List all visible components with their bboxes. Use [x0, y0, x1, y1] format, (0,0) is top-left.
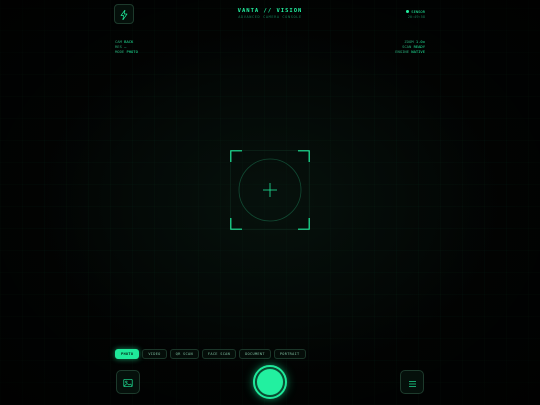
app-subtitle: ADVANCED CAMERA CONSOLE	[238, 15, 302, 19]
menu-icon	[408, 373, 417, 392]
mode-chip-photo[interactable]: PHOTO	[115, 349, 140, 359]
gallery-button[interactable]	[116, 370, 140, 394]
app-title: VANTA // VISION	[237, 8, 303, 14]
hud-right-readout: ZOOM 1.0x SCAN READY ENGINE NATIVE	[395, 39, 425, 54]
mode-chip-qr-scan[interactable]: QR SCAN	[169, 349, 199, 359]
shutter-button[interactable]	[253, 365, 287, 399]
clock-readout: 20:49:58	[407, 15, 425, 19]
mode-chip-video[interactable]: VIDEO	[142, 349, 167, 359]
mode-chip-face-scan[interactable]: FACE SCAN	[201, 349, 237, 359]
hud-row: ENGINE NATIVE	[395, 49, 425, 54]
reticle-corner-tr	[298, 150, 310, 162]
mode-selector: PHOTO VIDEO QR SCAN FACE SCAN DOCUMENT P…	[115, 349, 306, 359]
mode-chip-portrait[interactable]: PORTRAIT	[273, 349, 306, 359]
hud-key: MODE	[115, 49, 125, 54]
shutter-core	[257, 369, 283, 395]
menu-button[interactable]	[400, 370, 424, 394]
flash-icon	[120, 5, 128, 24]
sensor-status: SENSOR 20:49:58	[406, 9, 425, 19]
status-dot-icon	[406, 10, 410, 13]
reticle-corner-bl	[230, 218, 242, 230]
hud-row: MODE PHOTO	[115, 49, 138, 54]
hud-value: NATIVE	[411, 49, 425, 54]
focus-reticle	[230, 150, 310, 230]
hud-left-readout: CAM BACK RES — MODE PHOTO	[115, 39, 138, 54]
hud-value: PHOTO	[126, 49, 138, 54]
gallery-icon	[123, 373, 133, 392]
hud-key: ENGINE	[395, 49, 409, 54]
sensor-label: SENSOR	[411, 9, 425, 14]
reticle-corner-tl	[230, 150, 242, 162]
flash-toggle-button[interactable]	[114, 4, 134, 24]
app-brand: VANTA // VISION ADVANCED CAMERA CONSOLE	[200, 8, 340, 19]
reticle-corner-br	[298, 218, 310, 230]
mode-chip-document[interactable]: DOCUMENT	[239, 349, 271, 359]
sensor-status-line: SENSOR	[406, 9, 425, 14]
